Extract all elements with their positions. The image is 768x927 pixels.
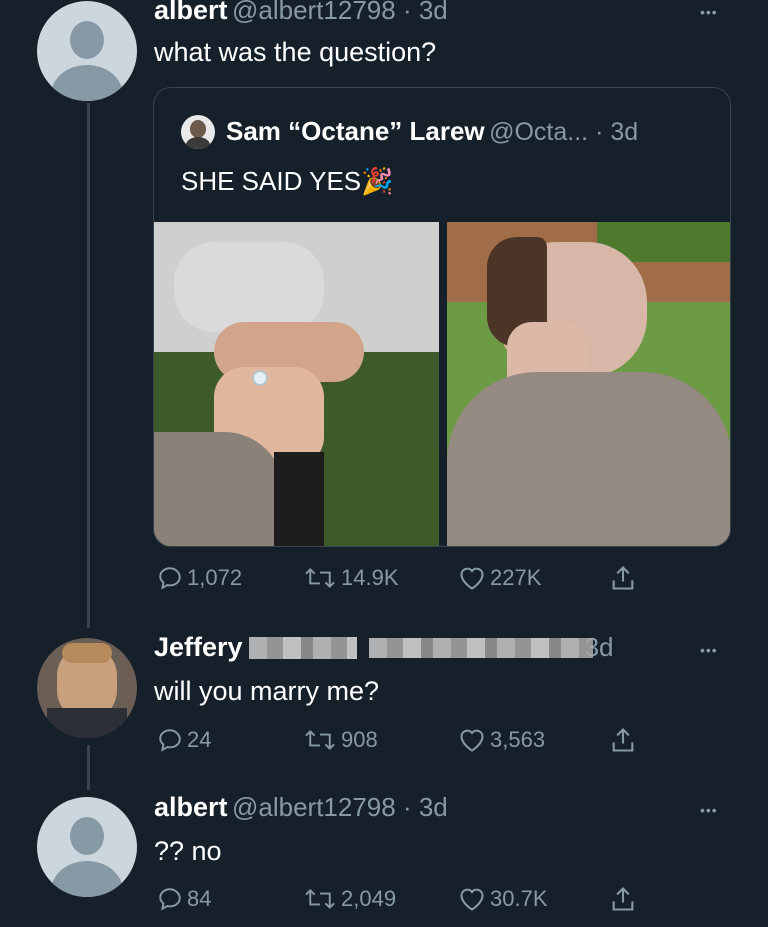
retweet-button[interactable]: 908 <box>303 727 378 753</box>
reply-button[interactable]: 1,072 <box>157 565 242 591</box>
tweet-text: what was the question? <box>154 37 437 67</box>
avatar[interactable] <box>181 115 215 149</box>
quoted-tweet[interactable]: Sam “Octane” Larew @Octa... · 3d SHE SAI… <box>153 87 731 547</box>
retweet-count: 2,049 <box>341 886 397 911</box>
thread-line-2 <box>87 745 90 790</box>
heart-icon <box>460 888 484 911</box>
reply-count: 84 <box>187 886 212 911</box>
more-icon[interactable]: ••• <box>700 4 718 20</box>
avatar[interactable] <box>37 1 137 101</box>
like-count: 3,563 <box>490 727 546 752</box>
redacted-surname <box>248 636 357 659</box>
display-name[interactable]: Jeffery <box>154 632 243 663</box>
reply-icon <box>159 567 181 590</box>
retweet-icon <box>305 567 335 589</box>
display-name[interactable]: albert <box>154 792 228 822</box>
like-button[interactable]: 227K <box>458 565 541 591</box>
handle-and-time[interactable]: @Octa... · 3d <box>489 118 638 146</box>
reply-button[interactable]: 84 <box>157 886 211 912</box>
share-icon <box>612 728 634 752</box>
reply-count: 1,072 <box>187 565 243 590</box>
quote-text: SHE SAID YES <box>181 166 362 196</box>
like-button[interactable]: 30.7K <box>458 886 548 912</box>
heart-icon <box>460 567 484 590</box>
share-button[interactable] <box>609 726 641 754</box>
tweet-text: will you marry me? <box>154 676 380 706</box>
photo-ring-hand[interactable] <box>154 222 439 546</box>
thread-line-1 <box>87 103 90 628</box>
share-icon <box>612 566 634 590</box>
quoted-tweet-header: Sam “Octane” Larew @Octa... · 3d <box>226 116 638 147</box>
retweet-button[interactable]: 2,049 <box>303 886 396 912</box>
photo-selfie[interactable] <box>447 222 730 546</box>
more-icon[interactable]: ••• <box>700 642 718 658</box>
handle-and-time[interactable]: @albert12798 · 3d <box>232 792 448 822</box>
tweet-header: Jeffery 3d <box>154 632 613 663</box>
retweet-count: 908 <box>341 727 378 752</box>
display-name[interactable]: Sam “Octane” Larew <box>226 116 485 146</box>
share-button[interactable] <box>609 564 641 592</box>
heart-icon <box>460 729 484 752</box>
handle-and-time[interactable]: @albert12798 · 3d <box>232 0 448 25</box>
redacted-handle <box>368 637 593 658</box>
retweet-button[interactable]: 14.9K <box>303 565 399 591</box>
avatar[interactable] <box>37 638 137 738</box>
quoted-tweet-text: SHE SAID YES🎉 <box>181 166 394 197</box>
reply-icon <box>159 729 181 752</box>
tweet-header: albert @albert12798 · 3d <box>154 792 448 823</box>
reply-icon <box>159 888 181 911</box>
retweet-icon <box>305 729 335 751</box>
reply-count: 24 <box>187 727 212 752</box>
share-button[interactable] <box>609 885 641 913</box>
reply-button[interactable]: 24 <box>157 727 211 753</box>
tweet-header: albert @albert12798 · 3d <box>154 0 448 26</box>
like-button[interactable]: 3,563 <box>458 727 545 753</box>
retweet-count: 14.9K <box>341 565 399 590</box>
party-popper-icon: 🎉 <box>361 166 394 196</box>
share-icon <box>612 887 634 911</box>
retweet-icon <box>305 888 335 910</box>
display-name[interactable]: albert <box>154 0 228 25</box>
like-count: 30.7K <box>490 886 548 911</box>
tweet-text: ?? no <box>154 836 222 866</box>
more-icon[interactable]: ••• <box>700 802 718 818</box>
avatar[interactable] <box>37 797 137 897</box>
like-count: 227K <box>490 565 542 590</box>
